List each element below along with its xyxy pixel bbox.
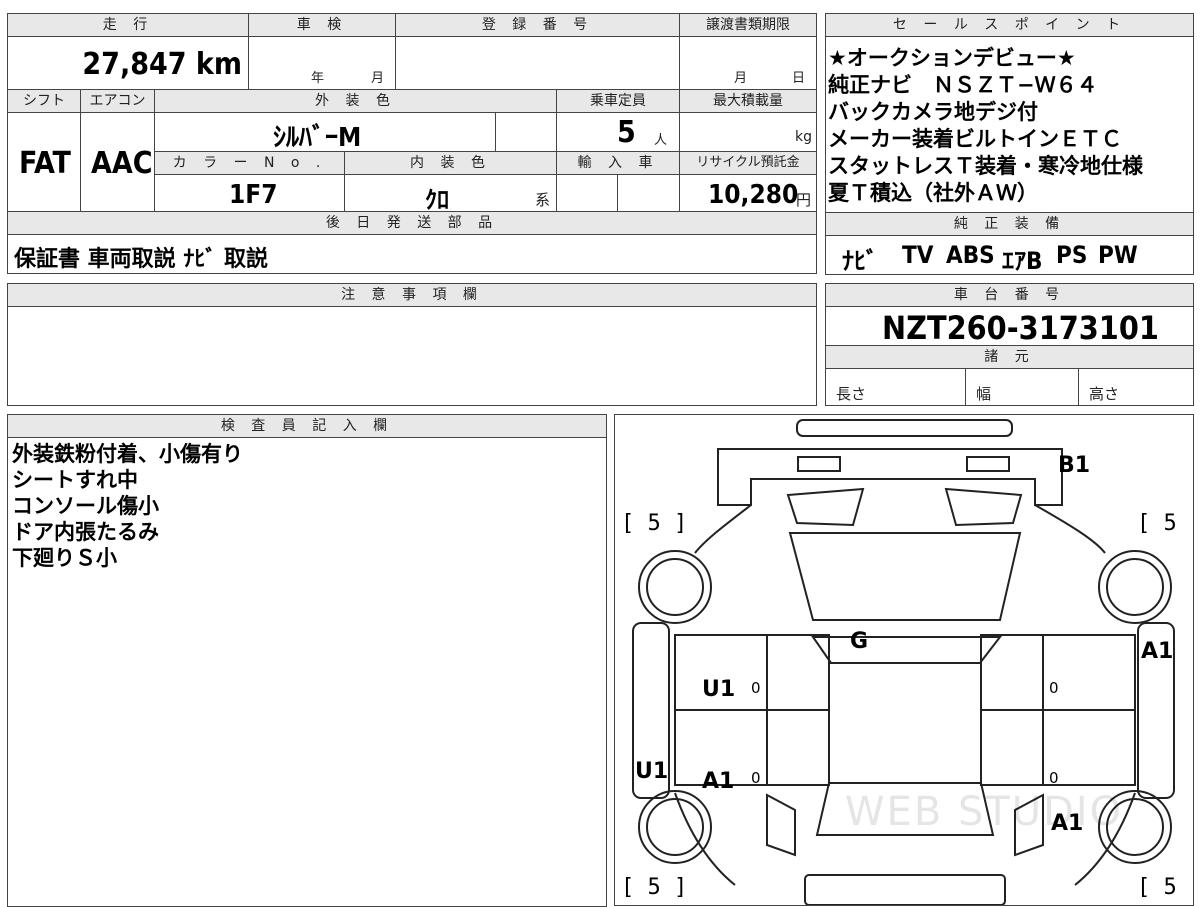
exterior-color-header: 外 装 色 [154, 89, 557, 113]
car-diagram-box: [ 5 ] [ 5 ] [ 5 ] [ 5 ] 0 0 0 0 B1 G A1 … [614, 414, 1194, 906]
chassis-header: 車 台 番 号 [825, 283, 1194, 307]
sales-point-line: 純正ナビ ＮＳＺＴ−Ｗ６４ [828, 73, 1098, 97]
length-label: 長さ [836, 385, 867, 403]
mileage-header: 走 行 [7, 13, 249, 37]
exterior-color-value: ｼﾙﾊﾞｰM [273, 123, 362, 153]
sales-points-header: セ ー ル ス ポ イ ン ト [825, 13, 1194, 37]
inspector-note: ドア内張たるみ [12, 520, 159, 544]
exterior-color-cell: ｼﾙﾊﾞｰM [154, 112, 496, 153]
interior-color-value: ｸﾛ [425, 186, 449, 214]
inspection-month-label: 月 [371, 71, 385, 86]
mileage-value: 27,847 km [82, 47, 242, 82]
import-cell-b [617, 174, 680, 212]
inspection-header: 車 検 [248, 13, 396, 37]
damage-mark-a1: A1 [1141, 639, 1174, 664]
height-cell: 高さ [1078, 368, 1194, 406]
sales-point-line: 夏Ｔ積込（社外ＡＷ） [828, 181, 1038, 205]
transfer-doc-header: 譲渡書類期限 [679, 13, 817, 37]
inspector-box: 外装鉄粉付着、小傷有り シートすれ中 コンソール傷小 ドア内張たるみ 下廻りＳ小 [7, 437, 607, 907]
width-cell: 幅 [965, 368, 1079, 406]
recycle-cell: 10,280 円 [679, 174, 817, 212]
interior-color-cell: ｸﾛ 系 [344, 174, 557, 214]
door-zero-mark: 0 [751, 679, 761, 697]
max-load-cell: kg [679, 112, 817, 152]
max-load-unit: kg [795, 129, 812, 145]
aircon-value: AAC [91, 146, 153, 181]
capacity-cell: 5 人 [556, 112, 680, 152]
transfer-month-label: 月 [734, 71, 748, 86]
inspector-note: 下廻りＳ小 [12, 546, 117, 570]
sales-point-line: スタットレスＴ装着・寒冷地仕様 [828, 154, 1143, 178]
inspector-header: 検 査 員 記 入 欄 [7, 414, 607, 438]
capacity-header: 乗車定員 [556, 89, 680, 113]
equipment-item: ﾅﾋﾞ [842, 247, 878, 275]
sales-point-line: ★オークションデビュー★ [828, 46, 1076, 70]
aircon-cell: AAC [80, 112, 155, 212]
inspector-note: コンソール傷小 [12, 494, 159, 518]
registration-header: 登 録 番 号 [395, 13, 680, 37]
door-zero-mark: 0 [751, 769, 761, 787]
chassis-box: NZT260-3173101 [825, 306, 1194, 347]
sales-points-box: ★オークションデビュー★ 純正ナビ ＮＳＺＴ−Ｗ６４ バックカメラ地デジ付 メー… [825, 36, 1194, 213]
tire-rear-right-label: [ 5 ] [1137, 875, 1193, 900]
color-no-value: 1F7 [229, 180, 278, 210]
factory-equipment-header: 純 正 装 備 [825, 212, 1194, 236]
shift-value: FAT [19, 146, 71, 181]
capacity-value: 5 [617, 115, 636, 150]
import-cell-a [556, 174, 618, 212]
equipment-item: ｴｱB [1002, 247, 1043, 275]
inspection-cell: 年 月 [248, 36, 396, 90]
recycle-value: 10,280 [708, 180, 799, 210]
damage-mark-u1: U1 [635, 759, 669, 784]
damage-mark-a1: A1 [702, 769, 735, 794]
color-no-cell: 1F7 [154, 174, 345, 212]
notes-header: 注 意 事 項 欄 [7, 283, 817, 307]
width-label: 幅 [976, 385, 992, 403]
notes-box [7, 306, 817, 406]
door-zero-mark: 0 [1049, 769, 1059, 787]
inspector-note: 外装鉄粉付着、小傷有り [12, 442, 243, 466]
max-load-header: 最大積載量 [679, 89, 817, 113]
height-label: 高さ [1089, 385, 1120, 403]
equipment-item: PW [1098, 241, 1138, 269]
recycle-header: リサイクル預託金 [679, 151, 817, 175]
damage-mark-u1: U1 [702, 677, 736, 702]
exterior-color-extra-cell [495, 112, 557, 152]
recycle-unit: 円 [796, 191, 812, 209]
later-parts-header: 後 日 発 送 部 品 [7, 211, 817, 235]
tire-front-left-label: [ 5 ] [621, 511, 688, 536]
import-header: 輸 入 車 [556, 151, 680, 175]
tire-rear-left-label: [ 5 ] [621, 875, 688, 900]
sales-point-line: バックカメラ地デジ付 [828, 100, 1038, 124]
inspection-year-label: 年 [311, 71, 325, 86]
color-no-header: カ ラ ー N o . [154, 151, 345, 175]
capacity-unit: 人 [654, 133, 668, 148]
equipment-item: PS [1056, 241, 1088, 269]
chassis-number: NZT260-3173101 [882, 309, 1159, 347]
damage-mark-g: G [850, 629, 869, 654]
equipment-item: ABS [946, 241, 995, 269]
door-zero-mark: 0 [1049, 679, 1059, 697]
transfer-day-label: 日 [792, 71, 806, 86]
shift-header: シフト [7, 89, 81, 113]
interior-color-suffix: 系 [535, 191, 551, 209]
interior-color-header: 内 装 色 [344, 151, 557, 175]
tire-front-right-label: [ 5 ] [1137, 511, 1193, 536]
later-parts-value: 保証書 車両取説 ﾅﾋﾞ 取説 [14, 247, 268, 272]
mileage-cell: 27,847 km [7, 36, 249, 90]
shift-cell: FAT [7, 112, 81, 212]
aircon-header: エアコン [80, 89, 155, 113]
registration-cell [395, 36, 680, 90]
inspector-note: シートすれ中 [12, 468, 138, 492]
later-parts-cell: 保証書 車両取説 ﾅﾋﾞ 取説 [7, 234, 817, 274]
factory-equipment-box: ﾅﾋﾞ TV ABS ｴｱB PS PW [825, 235, 1194, 275]
length-cell: 長さ [825, 368, 966, 406]
watermark: WEB STUDIO [845, 789, 1124, 835]
specs-header: 諸 元 [825, 345, 1194, 369]
sales-point-line: メーカー装着ビルトインＥＴＣ [828, 127, 1122, 151]
damage-mark-b1: B1 [1058, 453, 1091, 478]
equipment-item: TV [902, 241, 934, 269]
transfer-doc-cell: 月 日 [679, 36, 817, 90]
